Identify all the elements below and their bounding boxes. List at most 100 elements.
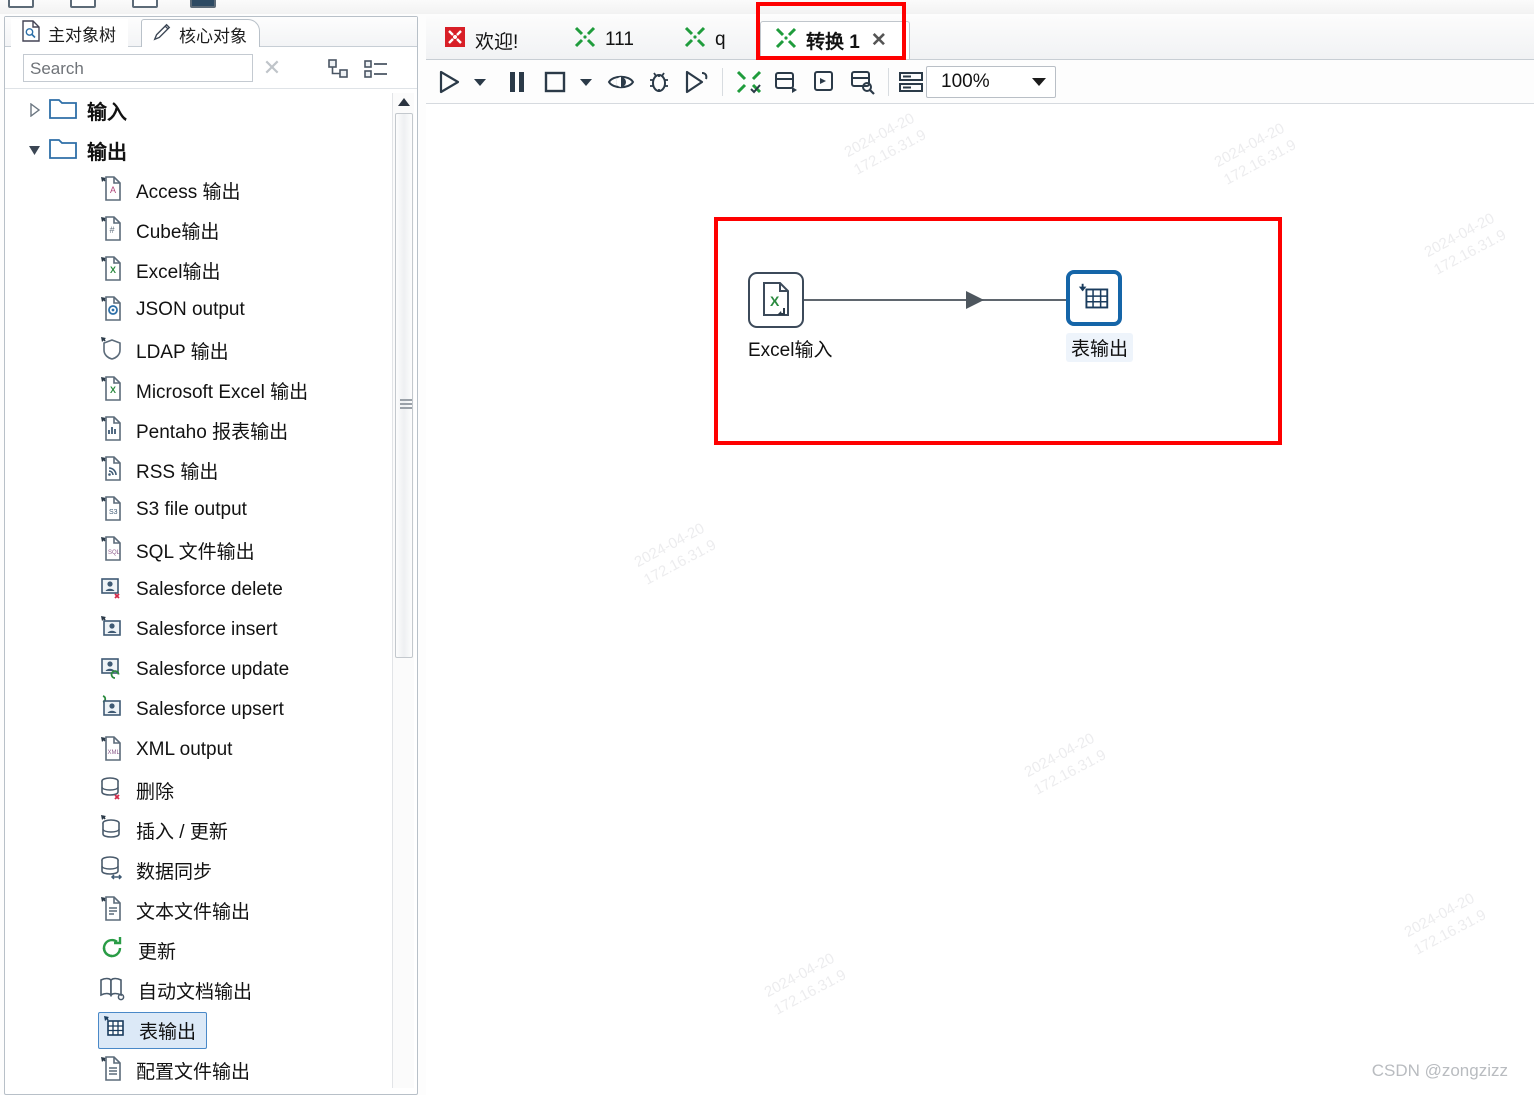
palette-tree-item-content: 文本文件输出 [98,894,250,927]
save-as-icon[interactable] [190,0,216,8]
palette-tree-item[interactable]: #Cube输出 [6,210,386,250]
palette-tree-item-content: 输出 [48,135,127,166]
palette-tree-item-label: Access 输出 [136,177,241,204]
transformation-canvas[interactable]: 2024-04-20 172.16.31.9 2024-04-20 172.16… [426,104,1534,1095]
palette-scrollbar[interactable] [392,93,414,1088]
replay-button[interactable] [680,64,714,100]
db-sql-icon[interactable] [808,64,842,100]
palette-tree-item-content: AAccess 输出 [98,174,241,207]
palette-tree-item[interactable]: 删除 [6,770,386,810]
sql-output-icon: SQL [98,534,124,567]
palette-tree-item[interactable]: 更新 [6,930,386,970]
palette-tree-item[interactable]: AAccess 输出 [6,170,386,210]
palette-tree-item-content: 表输出 [98,1012,207,1049]
palette-tree-item[interactable]: 插入 / 更新 [6,810,386,850]
editor-tab-1[interactable]: 111 [560,21,670,59]
align-grid-icon[interactable] [894,64,928,100]
print-icon[interactable] [330,0,356,8]
palette-tree-item[interactable]: RSS 输出 [6,450,386,490]
table-output-icon [101,1014,127,1047]
palette-tree-item-content: JSON output [98,294,245,327]
palette-tree-item-label: Microsoft Excel 输出 [136,377,308,404]
design-palette-panel: 主对象树 核心对象 Search ✕ [4,16,418,1095]
palette-tree-item[interactable]: S3 S3 file output [6,490,386,530]
pause-button[interactable] [500,64,534,100]
pencil-icon [152,21,172,48]
palette-tree-item[interactable]: 数据同步 [6,850,386,890]
undo-redo-icon[interactable]: ↩↪ [250,0,276,8]
tab-core-objects[interactable]: 核心对象 [141,19,260,48]
palette-tree-item[interactable]: 文本文件输出 [6,890,386,930]
folder-icon [48,95,78,126]
list-view-icon[interactable] [363,58,389,85]
db-explore-icon[interactable] [846,64,880,100]
scrollbar-thumb[interactable] [395,113,413,658]
run-button[interactable] [432,64,466,100]
palette-tree-item-label: S3 file output [136,499,247,521]
background-watermark: 2024-04-20 172.16.31.9 [761,948,850,1021]
refresh-icon [98,934,126,967]
palette-tree-item[interactable]: XExcel输出 [6,250,386,290]
editor-tab-0[interactable]: 欢迎! [430,21,560,59]
editor-tab-2[interactable]: q [670,21,760,59]
verify-transformation-icon[interactable] [732,64,766,100]
stop-button[interactable] [538,64,572,100]
palette-tree-item[interactable]: LDAP 输出 [6,330,386,370]
palette-search-row: Search ✕ [5,47,417,89]
background-watermark: 2024-04-20 172.16.31.9 [631,518,720,591]
chevron-up-icon[interactable] [393,93,415,111]
palette-tree-item[interactable]: 输入 [6,90,386,130]
close-tab-icon[interactable]: ✕ [871,29,887,52]
palette-tree-item[interactable]: SQLSQL 文件输出 [6,530,386,570]
tab-main-object-tree[interactable]: 主对象树 [11,19,128,47]
palette-tree-item[interactable]: 输出 [6,130,386,170]
palette-tree-item-label: 更新 [138,937,176,964]
palette-tree-item-label: Pentaho 报表输出 [136,417,288,444]
palette-tree-item[interactable]: Salesforce delete [6,570,386,610]
svg-text:S3: S3 [109,509,118,516]
db-impact-icon[interactable] [770,64,804,100]
table-output-icon [1066,270,1122,326]
step-table-output[interactable]: 表输出 [1066,270,1133,362]
search-input[interactable]: Search [23,54,253,82]
text-file-output-icon [98,894,124,927]
palette-tree-item-content: LDAP 输出 [98,334,229,367]
hop-connection[interactable] [804,299,1086,301]
tree-view-icon[interactable] [327,58,351,85]
palette-tree-item[interactable]: 配置文件输出 [6,1050,386,1090]
step-excel-input[interactable]: X Excel输入 [748,272,832,362]
background-watermark: 2024-04-20 172.16.31.9 [841,108,930,181]
palette-tree-item-label: JSON output [136,299,245,321]
palette-tree-item[interactable]: Salesforce upsert [6,690,386,730]
chevron-down-icon[interactable] [22,143,48,157]
palette-tree-item[interactable]: XMicrosoft Excel 输出 [6,370,386,410]
palette-tree-item[interactable]: 自动文档输出 [6,970,386,1010]
run-options-dropdown[interactable] [470,64,490,100]
editor-tab-3[interactable]: 转换 1✕ [760,21,910,59]
db-delete-icon [98,774,124,807]
palette-tree-item-label: 数据同步 [136,857,212,884]
palette-tree-item[interactable]: XMLXML output [6,730,386,770]
chevron-down-icon[interactable] [1031,71,1047,93]
palette-tree-item[interactable]: Salesforce update [6,650,386,690]
palette-tabbar: 主对象树 核心对象 [5,17,417,47]
background-watermark: 2024-04-20 172.16.31.9 [1401,888,1490,961]
palette-tree-item-content: Salesforce update [98,654,289,687]
palette-tree-item[interactable]: JSON output [6,290,386,330]
palette-tree-item[interactable]: Pentaho 报表输出 [6,410,386,450]
palette-tree-item-content: XMicrosoft Excel 输出 [98,374,308,407]
stop-options-dropdown[interactable] [576,64,596,100]
palette-tree-item[interactable]: 表输出 [6,1010,386,1050]
zoom-level-combobox[interactable]: 100% [926,66,1056,98]
excel-input-icon: X [748,272,804,328]
cube-output-icon: # [98,214,124,247]
palette-tree-item[interactable]: Salesforce insert [6,610,386,650]
debug-button[interactable] [642,64,676,100]
new-file-icon[interactable] [8,0,34,8]
palette-tree[interactable]: 输入输出 AAccess 输出#Cube输出XExcel输出 JSON output… [6,90,416,1093]
save-icon[interactable] [132,0,158,8]
close-icon[interactable]: ✕ [260,56,284,80]
open-file-icon[interactable] [70,0,96,8]
preview-button[interactable] [604,64,638,100]
chevron-right-icon[interactable] [22,103,48,117]
